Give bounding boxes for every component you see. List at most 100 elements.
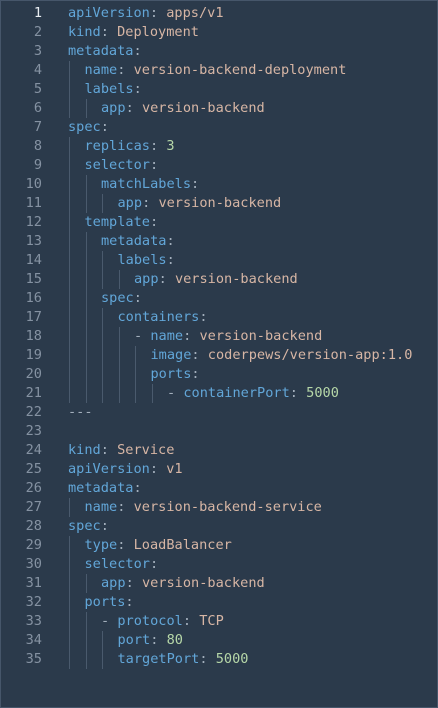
code-line[interactable]: 9 selector: [1, 156, 437, 175]
code-text: type: LoadBalancer [85, 536, 232, 555]
yaml-value: 5000 [306, 385, 339, 401]
indent-guide [69, 80, 70, 99]
line-number: 17 [25, 309, 42, 325]
code-line[interactable]: 12 template: [1, 213, 437, 232]
yaml-colon: : [100, 518, 109, 534]
code-line[interactable]: 29 type: LoadBalancer [1, 536, 437, 555]
indent-guide [85, 612, 87, 631]
code-line[interactable]: 24 kind: Service [1, 441, 437, 460]
code-line[interactable]: 20 ports: [1, 365, 437, 384]
code-line[interactable]: 14 labels: [1, 251, 437, 270]
code-line[interactable]: 35 targetPort: 5000 [1, 650, 437, 669]
code-text: - containerPort: 5000 [167, 384, 339, 403]
code-line[interactable]: 10 matchLabels: [1, 175, 437, 194]
code-text: app: version-backend [101, 574, 265, 593]
code-line[interactable]: 22 --- [1, 403, 437, 422]
indent-guide [69, 384, 70, 403]
code-line[interactable]: 13 metadata: [1, 232, 437, 251]
yaml-key: spec [68, 518, 101, 534]
code-line[interactable]: 15 app: version-backend [1, 270, 437, 289]
line-number: 22 [25, 404, 42, 420]
code-line[interactable]: 1 apiVersion: apps/v1 [1, 4, 437, 23]
code-line[interactable]: 7 spec: [1, 118, 437, 137]
indent-guide [85, 384, 87, 403]
indent-guide [69, 365, 70, 384]
code-text: kind: Deployment [68, 23, 199, 42]
indent-guide [85, 289, 87, 308]
document-separator: --- [68, 404, 93, 420]
yaml-key: spec [101, 290, 134, 306]
yaml-value: version-backend [174, 271, 298, 287]
yaml-key: labels [117, 252, 167, 268]
indent-guide [69, 650, 70, 669]
code-text: metadata: [68, 42, 142, 61]
code-line[interactable]: 4 name: version-backend-deployment [1, 61, 437, 80]
code-line[interactable]: 16 spec: [1, 289, 437, 308]
code-line[interactable]: 21 - containerPort: 5000 [1, 384, 437, 403]
yaml-colon: : [182, 613, 200, 629]
yaml-value: apps/v1 [166, 5, 224, 21]
yaml-value: 80 [166, 632, 183, 648]
code-line[interactable]: 25 apiVersion: v1 [1, 460, 437, 479]
code-line[interactable]: 5 labels: [1, 80, 437, 99]
code-line[interactable]: 19 image: coderpews/version-app:1.0 [1, 346, 437, 365]
code-line[interactable]: 18 - name: version-backend [1, 327, 437, 346]
code-line[interactable]: 8 replicas: 3 [1, 137, 437, 156]
line-number: 28 [25, 518, 42, 534]
indent-guide [85, 631, 87, 650]
code-text: app: version-backend [101, 99, 265, 118]
code-line[interactable]: 26 metadata: [1, 479, 437, 498]
line-number: 19 [25, 347, 42, 363]
indent-guide [85, 574, 87, 593]
yaml-key: metadata [101, 233, 167, 249]
yaml-colon: : [142, 195, 159, 211]
indent-guide [69, 327, 70, 346]
code-line[interactable]: 30 selector: [1, 555, 437, 574]
yaml-value: Service [117, 442, 175, 458]
code-text: port: 80 [118, 631, 184, 650]
yaml-colon: : [199, 309, 208, 325]
yaml-colon: : [133, 480, 142, 496]
code-line[interactable]: 31 app: version-backend [1, 574, 437, 593]
line-number: 10 [25, 176, 42, 192]
code-text: labels: [85, 80, 142, 99]
code-text: apiVersion: apps/v1 [68, 4, 224, 23]
indent-guide [85, 270, 87, 289]
code-line[interactable]: 34 port: 80 [1, 631, 437, 650]
yaml-key: app [117, 195, 143, 211]
code-text: template: [85, 213, 159, 232]
indent-guide [85, 365, 87, 384]
yaml-key: apiVersion [68, 5, 150, 21]
yaml-colon: : [125, 594, 134, 610]
code-line[interactable]: 2 kind: Deployment [1, 23, 437, 42]
code-line[interactable]: 11 app: version-backend [1, 194, 437, 213]
code-line[interactable]: 3 metadata: [1, 42, 437, 61]
code-line[interactable]: 32 ports: [1, 593, 437, 612]
yaml-colon: : [100, 442, 118, 458]
code-line[interactable]: 23 [1, 422, 437, 441]
yaml-colon: : [149, 214, 159, 230]
code-line[interactable]: 27 name: version-backend-service [1, 498, 437, 517]
code-line[interactable]: 28 spec: [1, 517, 437, 536]
indent-guide [102, 384, 103, 403]
yaml-key: containerPort [183, 385, 290, 401]
code-editor[interactable]: 1 apiVersion: apps/v1 2 kind: Deployment 3 me… [0, 0, 438, 708]
code-text: spec: [68, 517, 109, 536]
yaml-value: Deployment [117, 24, 199, 40]
yaml-key: kind [68, 24, 101, 40]
yaml-colon: : [149, 556, 159, 572]
code-lines[interactable]: 1 apiVersion: apps/v1 2 kind: Deployment 3 me… [1, 4, 437, 669]
yaml-key: app [101, 575, 126, 591]
code-line[interactable]: 33 - protocol: TCP [1, 612, 437, 631]
indent-guide [69, 99, 70, 118]
indent-guide [102, 194, 103, 213]
yaml-key: targetPort [117, 651, 200, 667]
indent-guide [118, 270, 120, 289]
yaml-key: type [84, 537, 118, 553]
code-line[interactable]: 6 app: version-backend [1, 99, 437, 118]
indent-guide [151, 384, 153, 403]
indent-guide [69, 213, 70, 232]
yaml-key: protocol [117, 613, 183, 629]
code-line[interactable]: 17 containers: [1, 308, 437, 327]
code-text: ports: [85, 593, 134, 612]
